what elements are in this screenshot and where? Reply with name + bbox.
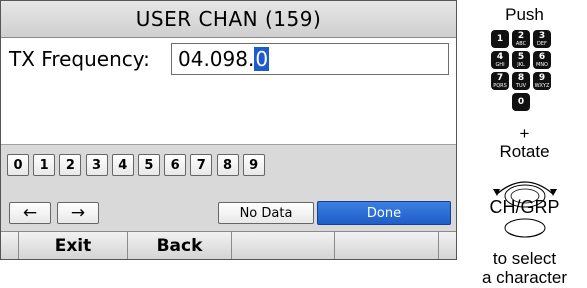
- frequency-cursor-character: 0: [254, 47, 270, 71]
- key-letters: JKL: [517, 61, 525, 68]
- digit-key-3[interactable]: 3: [85, 154, 108, 176]
- key-letters: DEF: [537, 40, 547, 47]
- back-softkey[interactable]: Back: [128, 232, 232, 259]
- digit-key-9[interactable]: 9: [242, 154, 265, 176]
- digit-key-row: 0 1 2 3 4 5 6 7 8 9: [7, 154, 269, 176]
- digit-key-0[interactable]: 0: [7, 154, 29, 176]
- plus-text: +: [519, 124, 530, 143]
- softkey-3[interactable]: [232, 232, 335, 259]
- key-digit: 8: [517, 72, 525, 83]
- key-digit: 7: [496, 72, 504, 83]
- left-arrow-icon: ←: [22, 203, 38, 223]
- keypad-key-9: 9 WXYZ: [533, 72, 551, 90]
- key-letters: ABC: [515, 40, 527, 47]
- right-arrow-icon: →: [70, 203, 86, 223]
- cursor-left-button[interactable]: ←: [9, 202, 51, 224]
- a-character-text: a character: [481, 268, 568, 287]
- key-letters: TUV: [515, 82, 527, 89]
- character-keypad: 0 1 2 3 4 5 6 7 8 9 ← → No Data Done: [1, 144, 456, 231]
- key-letters: MNO: [536, 61, 548, 68]
- key-digit: 6: [538, 51, 546, 62]
- to-select-text: to select: [492, 249, 557, 268]
- softkey-bar: Exit Back: [1, 231, 456, 259]
- keypad-key-0: 0: [512, 93, 530, 111]
- cursor-right-button[interactable]: →: [57, 202, 99, 224]
- softkey-spacer: [1, 232, 19, 259]
- keypad-key-2: 2 ABC: [512, 30, 530, 48]
- keypad-key-1: 1: [491, 30, 509, 48]
- digit-key-2[interactable]: 2: [59, 154, 82, 176]
- exit-softkey[interactable]: Exit: [19, 232, 128, 259]
- keypad-key-7: 7 PQRS: [491, 72, 509, 90]
- key-digit: 9: [538, 72, 546, 83]
- key-letters: WXYZ: [534, 82, 550, 89]
- key-digit: 2: [517, 30, 525, 41]
- keypad-key-8: 8 TUV: [512, 72, 530, 90]
- digit-key-7[interactable]: 7: [190, 154, 213, 176]
- keypad-key-4: 4 GHI: [491, 51, 509, 69]
- digit-key-1[interactable]: 1: [33, 154, 56, 176]
- frequency-label: TX Frequency:: [9, 47, 150, 71]
- frequency-row: TX Frequency:: [9, 43, 150, 75]
- knob-label: CH/GRP: [489, 197, 560, 217]
- digit-key-8[interactable]: 8: [216, 154, 239, 176]
- frequency-value: 04.098.: [178, 47, 255, 71]
- screen-title: USER CHAN (159): [1, 1, 456, 38]
- key-digit: 3: [538, 30, 546, 41]
- digit-key-4[interactable]: 4: [111, 154, 134, 176]
- key-letters: GHI: [495, 61, 505, 68]
- keypad-key-6: 6 MNO: [533, 51, 551, 69]
- keypad-key-3: 3 DEF: [533, 30, 551, 48]
- key-digit: 0: [517, 96, 525, 107]
- frequency-input[interactable]: 04.098. 0: [171, 43, 449, 75]
- done-button[interactable]: Done: [317, 201, 451, 225]
- key-digit: 4: [496, 51, 504, 62]
- key-digit: 5: [517, 51, 525, 62]
- keypad-key-5: 5 JKL: [512, 51, 530, 69]
- softkey-4[interactable]: [335, 232, 439, 259]
- digit-key-6[interactable]: 6: [164, 154, 187, 176]
- radio-screen: USER CHAN (159) TX Frequency: 04.098. 0 0…: [0, 0, 457, 260]
- digit-key-5[interactable]: 5: [137, 154, 160, 176]
- key-letters: PQRS: [493, 82, 507, 89]
- key-digit: 1: [496, 33, 504, 44]
- instruction-guide: Push 1 2 ABC 3 DEF 4 GHI 5 JKL 6 MNO 7 P…: [462, 0, 587, 288]
- no-data-button[interactable]: No Data: [218, 202, 314, 224]
- push-text: Push: [505, 5, 544, 24]
- rotate-text: Rotate: [499, 142, 550, 161]
